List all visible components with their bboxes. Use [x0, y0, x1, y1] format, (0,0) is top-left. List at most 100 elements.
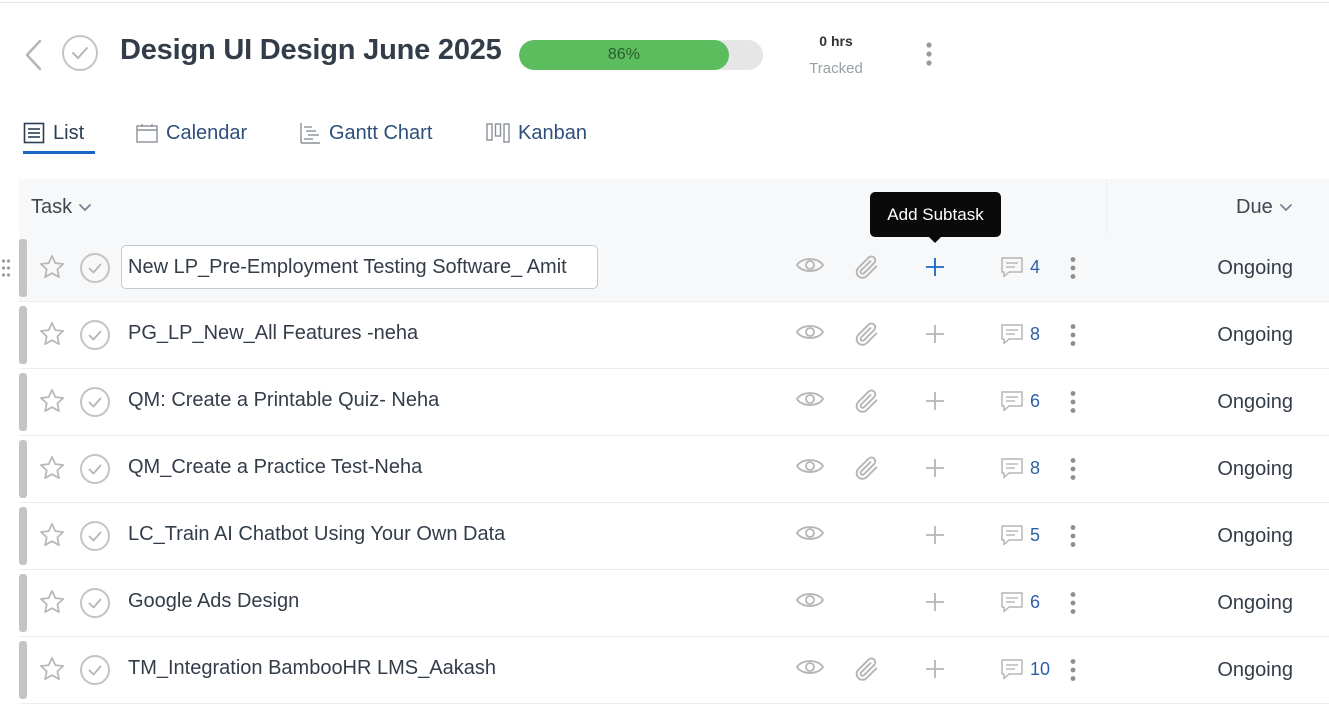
eye-icon[interactable] [795, 590, 825, 615]
eye-icon[interactable] [795, 389, 825, 414]
add-subtask-button[interactable] [923, 322, 947, 351]
checkmark-icon [72, 47, 88, 59]
comments-button[interactable]: 5 [1000, 523, 1040, 547]
checkmark-icon [88, 598, 102, 608]
drag-handle-icon[interactable] [1, 257, 11, 284]
row-menu-button[interactable] [1063, 253, 1083, 283]
tab-list[interactable]: List [23, 118, 84, 148]
project-complete-toggle[interactable] [62, 35, 98, 71]
comments-button[interactable]: 6 [1000, 389, 1040, 413]
checkmark-icon [88, 665, 102, 675]
add-subtask-button[interactable] [923, 523, 947, 552]
star-icon[interactable] [38, 387, 66, 420]
row-color-bar [19, 239, 27, 297]
plus-icon [926, 660, 944, 678]
table-row[interactable]: 4 Ongoing [1, 235, 1329, 302]
tab-gantt-chart[interactable]: Gantt Chart [299, 118, 432, 148]
due-value: Ongoing [1217, 391, 1293, 413]
eye-icon[interactable] [795, 456, 825, 481]
row-menu-button[interactable] [1063, 454, 1083, 484]
task-complete-toggle[interactable] [80, 588, 110, 618]
checkmark-icon [88, 464, 102, 474]
back-button[interactable] [20, 38, 46, 72]
kebab-menu-icon [1070, 324, 1076, 346]
task-complete-toggle[interactable] [80, 454, 110, 484]
add-subtask-button[interactable] [923, 590, 947, 619]
table-row[interactable]: 5 Ongoing LC_Train AI Chatbot Using Your… [19, 503, 1329, 570]
add-subtask-button[interactable] [923, 255, 947, 284]
table-row[interactable]: 10 Ongoing TM_Integration BambooHR LMS_A… [19, 637, 1329, 704]
comment-icon [1001, 324, 1023, 345]
comments-button[interactable]: 8 [1000, 456, 1040, 480]
add-subtask-button[interactable] [923, 456, 947, 485]
eye-icon[interactable] [795, 255, 825, 280]
eye-icon[interactable] [795, 523, 825, 548]
time-tracked: 0 hrs Tracked [796, 32, 876, 78]
eye-icon[interactable] [795, 322, 825, 347]
tab-calendar[interactable]: Calendar [136, 118, 247, 148]
comment-icon [1001, 257, 1023, 278]
add-subtask-button[interactable] [923, 389, 947, 418]
row-menu-button[interactable] [1063, 655, 1083, 685]
kebab-menu-icon [1070, 257, 1076, 279]
task-name[interactable]: QM: Create a Printable Quiz- Neha [128, 389, 439, 412]
row-menu-button[interactable] [1063, 521, 1083, 551]
project-menu-button[interactable] [918, 40, 940, 68]
table-row[interactable]: 8 Ongoing PG_LP_New_All Features -neha [19, 302, 1329, 369]
column-header-due[interactable]: Due [1236, 196, 1293, 219]
row-menu-button[interactable] [1063, 588, 1083, 618]
gantt-icon [299, 122, 321, 144]
comment-count: 6 [1030, 390, 1041, 411]
tab-gantt-chart-label: Gantt Chart [329, 121, 433, 144]
paperclip-icon[interactable] [853, 320, 881, 353]
task-name[interactable]: PG_LP_New_All Features -neha [128, 322, 418, 345]
task-complete-toggle[interactable] [80, 655, 110, 685]
comments-button[interactable]: 10 [1000, 657, 1050, 681]
comments-button[interactable]: 4 [1000, 255, 1040, 279]
tab-kanban[interactable]: Kanban [486, 118, 587, 148]
task-name[interactable]: QM_Create a Practice Test-Neha [128, 456, 422, 479]
list-icon [23, 122, 45, 144]
add-subtask-button[interactable] [923, 657, 947, 686]
paperclip-icon[interactable] [853, 655, 881, 688]
plus-icon [926, 325, 944, 343]
task-name[interactable]: Google Ads Design [128, 590, 299, 613]
checkmark-icon [88, 531, 102, 541]
task-complete-toggle[interactable] [80, 253, 110, 283]
due-value: Ongoing [1217, 659, 1293, 681]
task-complete-toggle[interactable] [80, 521, 110, 551]
task-name-input[interactable] [121, 245, 598, 289]
table-row[interactable]: 8 Ongoing QM_Create a Practice Test-Neha [19, 436, 1329, 503]
row-menu-button[interactable] [1063, 387, 1083, 417]
chevron-down-icon [1279, 203, 1293, 212]
star-icon[interactable] [38, 588, 66, 621]
comments-button[interactable]: 6 [1000, 590, 1040, 614]
comments-button[interactable]: 8 [1000, 322, 1040, 346]
kebab-menu-icon [1070, 659, 1076, 681]
plus-icon [926, 392, 944, 410]
paperclip-icon[interactable] [853, 387, 881, 420]
task-complete-toggle[interactable] [80, 320, 110, 350]
row-color-bar [19, 440, 27, 498]
star-icon[interactable] [38, 655, 66, 688]
top-divider [0, 2, 1329, 3]
paperclip-icon[interactable] [853, 253, 881, 286]
star-icon[interactable] [38, 253, 66, 286]
task-name[interactable]: TM_Integration BambooHR LMS_Aakash [128, 657, 496, 680]
row-menu-button[interactable] [1063, 320, 1083, 350]
row-color-bar [19, 306, 27, 364]
table-row[interactable]: 6 Ongoing Google Ads Design [19, 570, 1329, 637]
task-complete-toggle[interactable] [80, 387, 110, 417]
star-icon[interactable] [38, 521, 66, 554]
due-value: Ongoing [1217, 458, 1293, 480]
column-header-task[interactable]: Task [31, 196, 92, 219]
tracked-hours: 0 hrs [819, 33, 853, 49]
star-icon[interactable] [38, 320, 66, 353]
plus-icon [926, 258, 944, 276]
table-row[interactable]: 6 Ongoing QM: Create a Printable Quiz- N… [19, 369, 1329, 436]
star-icon[interactable] [38, 454, 66, 487]
task-name[interactable]: LC_Train AI Chatbot Using Your Own Data [128, 523, 505, 546]
chevron-left-icon [25, 39, 42, 71]
paperclip-icon[interactable] [853, 454, 881, 487]
eye-icon[interactable] [795, 657, 825, 682]
